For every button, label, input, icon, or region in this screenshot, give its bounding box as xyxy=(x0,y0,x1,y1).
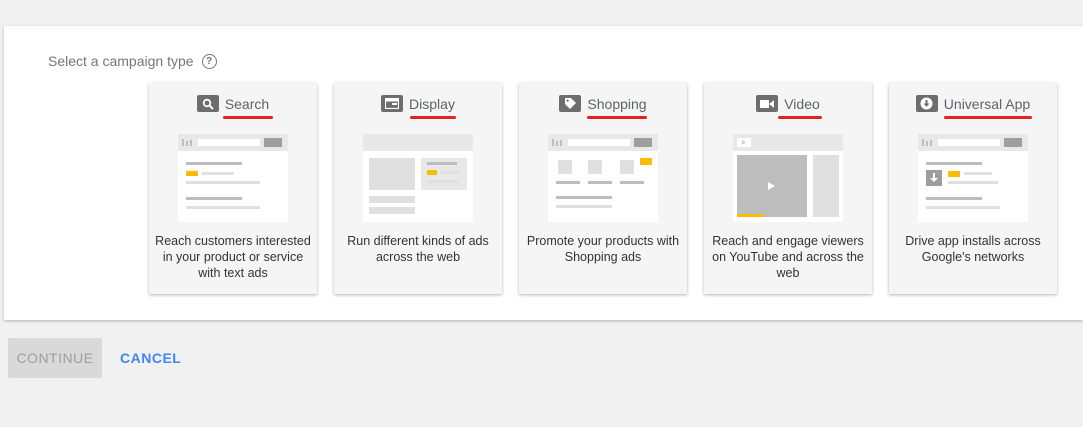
help-icon[interactable]: ? xyxy=(201,53,217,69)
card-shopping[interactable]: Shopping Promote your products with Shop xyxy=(519,83,687,294)
card-description: Reach and engage viewers on YouTube and … xyxy=(712,234,864,280)
card-description: Promote your products with Shopping ads xyxy=(526,234,680,264)
form-actions: CONTINUE CANCEL xyxy=(8,338,181,378)
card-search[interactable]: Search Reach customers interested in you… xyxy=(149,83,317,294)
campaign-cards: Search Reach customers interested in you… xyxy=(149,83,1057,294)
card-universal-app[interactable]: Universal App Drive app installs across xyxy=(889,83,1057,294)
heading-label: Select a campaign type xyxy=(48,53,194,69)
red-underline xyxy=(410,116,456,119)
card-title: Display xyxy=(334,95,502,112)
card-video[interactable]: Video Reach and engage viewers on YouTub… xyxy=(704,83,872,294)
shopping-ad-illustration xyxy=(548,134,658,222)
red-underline xyxy=(778,116,822,119)
card-title-label: Display xyxy=(409,95,455,112)
tag-icon xyxy=(559,95,582,112)
card-title-label: Search xyxy=(224,95,270,112)
campaign-type-heading: Select a campaign type ? xyxy=(48,53,217,69)
app-ad-illustration xyxy=(918,134,1028,222)
red-underline xyxy=(944,116,1032,119)
card-description: Reach customers interested in your produ… xyxy=(155,234,311,280)
card-title: Universal App xyxy=(889,95,1057,112)
video-camera-icon xyxy=(756,95,779,112)
card-title-label: Video xyxy=(784,95,820,112)
card-title-label: Universal App xyxy=(943,95,1031,112)
card-title: Shopping xyxy=(519,95,687,112)
card-title-label: Shopping xyxy=(587,95,647,112)
card-display[interactable]: Display Run different kinds of ads acros… xyxy=(334,83,502,294)
red-underline xyxy=(223,116,273,119)
download-icon xyxy=(915,95,938,112)
continue-button[interactable]: CONTINUE xyxy=(8,338,102,378)
cancel-button[interactable]: CANCEL xyxy=(120,350,181,366)
display-icon xyxy=(381,95,404,112)
search-ad-illustration xyxy=(178,134,288,222)
display-ad-illustration xyxy=(363,134,473,222)
card-description: Drive app installs across Google's netwo… xyxy=(905,234,1041,264)
card-description: Run different kinds of ads across the we… xyxy=(347,234,489,264)
campaign-type-panel: Select a campaign type ? Search Reach cu… xyxy=(4,26,1083,320)
search-icon xyxy=(196,95,219,112)
card-title: Search xyxy=(149,95,317,112)
video-ad-illustration xyxy=(733,134,843,222)
red-underline xyxy=(587,116,647,119)
card-title: Video xyxy=(704,95,872,112)
